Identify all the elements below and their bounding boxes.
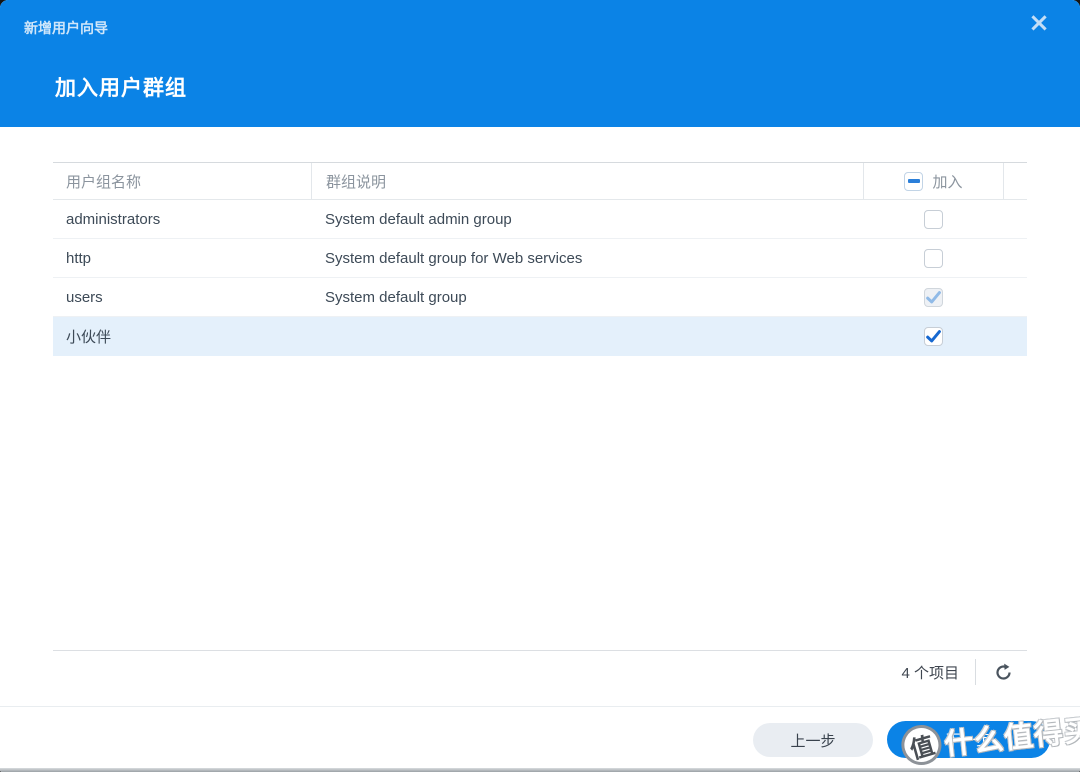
join-checkbox[interactable] xyxy=(924,288,943,307)
column-header-group-name[interactable]: 用户组名称 xyxy=(53,163,311,199)
item-count: 4 个项目 xyxy=(901,662,959,683)
group-name: users xyxy=(53,289,311,306)
next-button[interactable]: 下一步 xyxy=(887,721,1050,758)
join-checkbox[interactable] xyxy=(924,327,943,346)
column-header-join: 加入 xyxy=(863,163,1003,199)
check-icon xyxy=(925,328,942,345)
table-body: administrators System default admin grou… xyxy=(53,200,1027,356)
table-header-row: 用户组名称 群组说明 加入 xyxy=(53,163,1027,200)
group-table: 用户组名称 群组说明 加入 administrators System defa… xyxy=(53,162,1027,651)
join-checkbox[interactable] xyxy=(924,249,943,268)
group-description: System default admin group xyxy=(311,211,863,228)
footer-divider xyxy=(0,706,1080,707)
dialog-header: 新增用户向导 × 加入用户群组 xyxy=(0,0,1080,127)
group-description: System default group xyxy=(311,289,863,306)
join-checkbox-cell xyxy=(863,288,1003,307)
group-name: http xyxy=(53,250,311,267)
table-row[interactable]: 小伙伴 xyxy=(53,317,1027,356)
join-checkbox-cell xyxy=(863,210,1003,229)
header-gutter xyxy=(1003,163,1027,199)
close-icon[interactable]: × xyxy=(1024,8,1054,38)
select-all-checkbox[interactable] xyxy=(904,172,923,191)
refresh-icon xyxy=(994,663,1013,682)
previous-button[interactable]: 上一步 xyxy=(753,723,873,757)
dialog-bottom-edge xyxy=(0,768,1080,772)
group-name: administrators xyxy=(53,211,311,228)
refresh-button[interactable] xyxy=(992,661,1014,683)
status-divider xyxy=(975,659,976,685)
group-name: 小伙伴 xyxy=(53,326,311,347)
wizard-title: 新增用户向导 xyxy=(24,18,108,38)
page-title: 加入用户群组 xyxy=(55,72,187,102)
column-header-group-description[interactable]: 群组说明 xyxy=(311,163,863,199)
join-checkbox[interactable] xyxy=(924,210,943,229)
table-row[interactable]: http System default group for Web servic… xyxy=(53,239,1027,278)
column-header-join-label: 加入 xyxy=(932,171,962,192)
join-checkbox-cell xyxy=(863,249,1003,268)
join-checkbox-cell xyxy=(863,327,1003,346)
add-user-wizard-dialog: 新增用户向导 × 加入用户群组 用户组名称 群组说明 加入 administra… xyxy=(0,0,1080,772)
status-bar: 4 个项目 xyxy=(901,657,1014,687)
check-icon xyxy=(925,289,942,306)
table-row[interactable]: users System default group xyxy=(53,278,1027,317)
table-row[interactable]: administrators System default admin grou… xyxy=(53,200,1027,239)
group-description: System default group for Web services xyxy=(311,250,863,267)
